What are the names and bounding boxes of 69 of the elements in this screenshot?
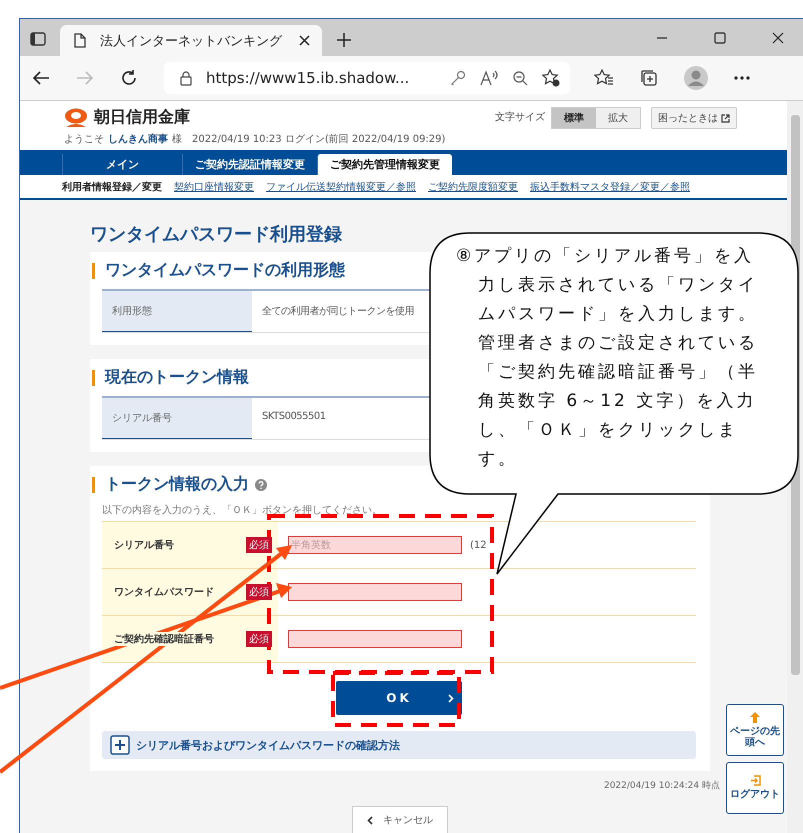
field-label: シリアル番号 — [114, 538, 174, 552]
section-heading: トークン情報の入力 — [105, 474, 249, 495]
browser-tab[interactable]: 法人インターネットバンキング — [60, 25, 322, 56]
text-size-option[interactable]: 標準 — [552, 108, 596, 128]
field-label: ご契約先確認暗証番号 — [114, 632, 214, 646]
timestamp-text: 2022/04/19 10:24:24 時点 — [604, 780, 720, 792]
text-size-label: 文字サイズ — [495, 110, 545, 124]
table-label-cell: 利用形態 — [102, 291, 252, 332]
back-icon[interactable] — [32, 70, 50, 86]
field-hint: (12 — [470, 540, 487, 550]
tab-title: 法人インターネットバンキング — [100, 32, 284, 50]
sub-nav-link[interactable]: 利用者情報登録／変更 — [62, 180, 162, 194]
sub-nav-link[interactable]: ファイル伝送契約情報変更／参照 — [266, 180, 416, 194]
table-value-cell-text: 全ての利用者が同じトークンを使用 — [261, 304, 415, 319]
sub-nav-link[interactable]: ご契約先限度額変更 — [428, 180, 518, 194]
new-tab-icon[interactable] — [336, 32, 352, 48]
sub-nav-link[interactable]: 契約口座情報変更 — [174, 180, 254, 194]
text-size-option[interactable]: 拡大 — [596, 108, 640, 128]
input-field[interactable] — [288, 630, 462, 648]
field-label: ワンタイムパスワード — [114, 585, 214, 599]
key-icon[interactable] — [450, 70, 466, 86]
up-arrow-icon — [750, 712, 760, 722]
external-link-icon — [721, 114, 730, 122]
bank-name: 朝日信用金庫 — [94, 107, 190, 128]
maximize-icon[interactable] — [714, 32, 726, 44]
expander-label: シリアル番号およびワンタイムパスワードの確認方法 — [136, 738, 400, 752]
required-badge: 必須 — [246, 584, 272, 600]
help-button[interactable]: 困ったときは — [651, 107, 737, 129]
profile-icon[interactable] — [684, 66, 708, 90]
logout-button[interactable]: ログアウト — [726, 762, 784, 814]
ok-button[interactable]: OK — [336, 681, 462, 715]
more-icon[interactable] — [734, 76, 750, 80]
logout-icon — [750, 775, 760, 786]
user-name: しんきん商事 — [108, 132, 168, 146]
url-text: https://www15.ib.shadow... — [206, 69, 410, 87]
bank-logo-icon — [64, 108, 88, 128]
page-title: ワンタイムパスワード利用登録 — [90, 223, 343, 246]
close-icon[interactable] — [299, 35, 310, 46]
lock-icon — [180, 70, 192, 86]
welcome-text: ようこそ — [64, 133, 104, 146]
sidebar-icon[interactable] — [30, 32, 46, 46]
input-field[interactable]: 半角英数 — [288, 536, 462, 554]
honorific-text: 様 — [172, 132, 182, 146]
expander-bar[interactable]: シリアル番号およびワンタイムパスワードの確認方法 — [102, 731, 696, 759]
nav-tab[interactable]: ご契約先管理情報変更 — [317, 154, 452, 175]
input-field[interactable] — [288, 583, 462, 601]
section-heading: 現在のトークン情報 — [105, 367, 249, 388]
favorites-icon[interactable] — [594, 69, 614, 87]
refresh-icon[interactable] — [120, 69, 138, 87]
table-value-cell-text: SKTS0055501 — [261, 410, 327, 424]
add-favorite-icon[interactable] — [542, 69, 560, 87]
table-label-cell: シリアル番号 — [102, 398, 252, 439]
document-icon — [74, 33, 86, 48]
zoom-out-icon[interactable] — [512, 70, 528, 86]
section-heading: ワンタイムパスワードの利用形態 — [105, 260, 345, 281]
page-top-button[interactable]: ページの先頭へ — [726, 704, 784, 756]
help-icon[interactable] — [255, 478, 267, 490]
chevron-right-icon — [448, 694, 454, 703]
required-badge: 必須 — [246, 631, 272, 647]
required-badge: 必須 — [246, 537, 272, 553]
collections-icon[interactable] — [640, 69, 658, 87]
expand-icon — [110, 735, 130, 755]
cancel-button[interactable]: キャンセル — [352, 806, 448, 833]
read-aloud-icon[interactable] — [480, 70, 498, 86]
address-bar[interactable]: https://www15.ib.shadow... — [164, 62, 570, 94]
chevron-left-icon — [367, 816, 373, 824]
close-icon[interactable] — [772, 32, 784, 44]
sub-nav-link[interactable]: 振込手数料マスタ登録／変更／参照 — [530, 180, 690, 194]
login-info: 2022/04/19 10:23 ログイン(前回 2022/04/19 09:29) — [192, 133, 446, 146]
